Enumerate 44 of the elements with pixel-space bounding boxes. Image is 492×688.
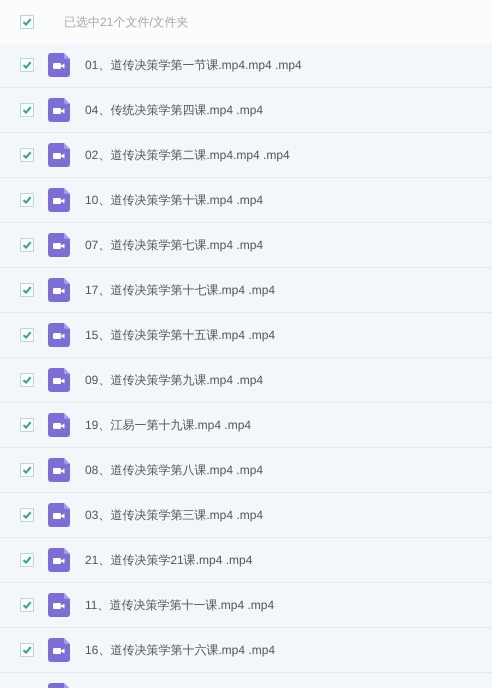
checkbox[interactable] [20, 103, 34, 117]
checkbox[interactable] [20, 508, 34, 522]
file-name[interactable]: 16、道传决策学第十六课.mp4 .mp4 [85, 641, 276, 659]
video-file-icon [48, 278, 70, 302]
file-name[interactable]: 19、江易一第十九课.mp4 .mp4 [85, 416, 252, 434]
checkbox[interactable] [20, 148, 34, 162]
file-name[interactable]: 03、道传决策学第三课.mp4 .mp4 [85, 506, 264, 524]
file-name[interactable]: 11、道传决策学第十一课.mp4 .mp4 [85, 596, 274, 614]
video-file-icon [48, 98, 70, 122]
video-file-icon [48, 638, 70, 662]
video-file-icon [48, 233, 70, 257]
checkbox[interactable] [20, 553, 34, 567]
file-name[interactable]: 10、道传决策学第十课.mp4 .mp4 [85, 191, 264, 209]
file-name[interactable]: 17、道传决策学第十七课.mp4 .mp4 [85, 281, 276, 299]
checkbox[interactable] [20, 14, 34, 28]
checkbox[interactable] [20, 283, 34, 297]
video-file-icon [48, 143, 70, 167]
file-name[interactable]: 15、道传决策学第十五课.mp4 .mp4 [85, 326, 276, 344]
checkbox[interactable] [20, 643, 34, 657]
checkbox[interactable] [20, 328, 34, 342]
file-name[interactable]: 21、道传决策学21课.mp4 .mp4 [85, 551, 252, 569]
video-file-icon [48, 413, 70, 437]
file-name[interactable]: 07、道传决策学第七课.mp4 .mp4 [85, 236, 264, 254]
checkbox[interactable] [20, 193, 34, 207]
checkbox[interactable] [20, 373, 34, 387]
file-name[interactable]: 04、传统决策学第四课.mp4 .mp4 [85, 101, 264, 119]
checkbox[interactable] [20, 58, 34, 72]
video-file-icon [48, 593, 70, 617]
video-file-icon [48, 458, 70, 482]
checkbox[interactable] [20, 418, 34, 432]
video-file-icon [48, 188, 70, 212]
selection-count: 已选中21个文件/文件夹 [64, 14, 189, 30]
file-name[interactable]: 08、道传决策学第八课.mp4 .mp4 [85, 461, 264, 479]
file-name[interactable]: 09、道传决策学第九课.mp4 .mp4 [85, 371, 264, 389]
video-file-icon [48, 368, 70, 392]
video-file-icon [48, 53, 70, 77]
checkbox[interactable] [20, 463, 34, 477]
video-file-icon [48, 503, 70, 527]
video-file-icon [48, 548, 70, 572]
checkbox[interactable] [20, 238, 34, 252]
checkbox[interactable] [20, 598, 34, 612]
file-name[interactable]: 01、道传决策学第一节课.mp4.mp4 .mp4 [85, 56, 302, 74]
video-file-icon [48, 323, 70, 347]
file-name[interactable]: 02、道传决策学第二课.mp4.mp4 .mp4 [85, 146, 290, 164]
